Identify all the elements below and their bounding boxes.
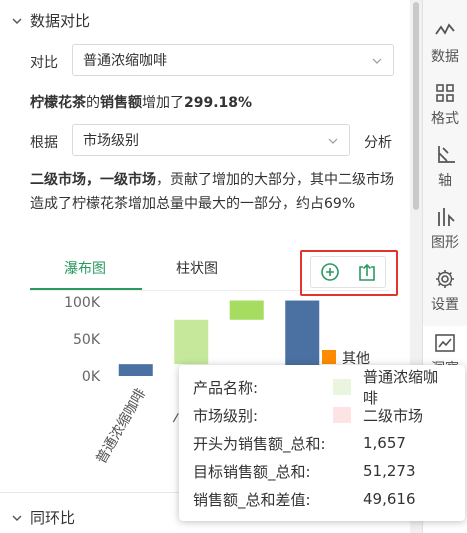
tooltip-row: 产品名称: 普通浓缩咖啡: [193, 368, 451, 407]
insight-text: 二级市场，一级市场，贡献了增加的大部分，其中二级市场造成了柠檬花茶增加总量中最大…: [30, 168, 400, 216]
scrollbar-thumb[interactable]: [413, 2, 419, 210]
y-tick-label: 0K: [82, 369, 101, 385]
chevron-down-icon: [328, 138, 338, 144]
tooltip-row: 目标销售额_总和: 51,273: [193, 457, 451, 485]
tooltip-key: 销售额_总和差值:: [193, 490, 311, 509]
y-tick-label: 50K: [73, 332, 101, 348]
toolbar-highlight: [300, 250, 398, 296]
headline-de: 的: [86, 95, 100, 111]
tooltip-key: 目标销售额_总和:: [193, 462, 311, 481]
tooltip-value: 51,273: [363, 462, 416, 480]
headline-metric: 销售额: [100, 95, 142, 111]
sidebar-item-label: 数据: [431, 49, 459, 65]
chevron-down-icon: [12, 515, 22, 521]
insight-bold: 二级市场，一级市场: [30, 172, 156, 188]
add-icon[interactable]: [320, 262, 340, 282]
bar-graph-icon: [438, 208, 455, 226]
tooltip-key: 市场级别:: [193, 406, 259, 425]
tooltip-row: 市场级别: 二级市场: [193, 401, 451, 429]
sidebar-item-label: 设置: [431, 297, 459, 313]
compare-section-header[interactable]: 数据对比: [10, 10, 90, 31]
sidebar-item-graph[interactable]: 图形: [423, 206, 467, 252]
tooltip-value: 49,616: [363, 490, 416, 508]
insight-icon: [435, 334, 455, 352]
sidebar-item-label: 格式: [431, 111, 459, 127]
tooltip-swatch: [333, 379, 351, 395]
chevron-down-icon: [12, 18, 22, 24]
headline-percent: 299.18%: [184, 95, 253, 111]
compare-select[interactable]: 普通浓缩咖啡: [72, 44, 394, 76]
chart-toolbar: [310, 256, 386, 288]
basis-select[interactable]: 市场级别: [72, 124, 350, 156]
analyze-button[interactable]: 分析: [364, 132, 392, 152]
tooltip-key: 产品名称:: [193, 378, 259, 397]
export-icon[interactable]: [357, 262, 377, 282]
tooltip-row: 销售额_总和差值: 49,616: [193, 485, 451, 513]
yoy-section-header[interactable]: 同环比: [10, 507, 75, 528]
tab-bar[interactable]: 柱状图: [176, 258, 218, 278]
section-title: 同环比: [30, 509, 76, 527]
gear-icon: [436, 270, 454, 288]
waterfall-bar: [174, 319, 209, 365]
axis-icon: [438, 146, 455, 163]
compare-select-value: 普通浓缩咖啡: [83, 53, 167, 69]
tooltip-key: 开头为销售额_总和:: [193, 434, 326, 453]
section-title: 数据对比: [30, 12, 91, 30]
tooltip-value: 1,657: [363, 434, 406, 452]
headline-product: 柠檬花茶: [30, 95, 86, 111]
tooltip-swatch: [333, 407, 351, 423]
sidebar-item-label: 轴: [438, 173, 452, 189]
x-tick-label: 普通浓缩咖啡: [93, 386, 149, 467]
compare-label: 对比: [30, 55, 58, 71]
sidebar-item-axis[interactable]: 轴: [423, 144, 467, 190]
waterfall-bar: [118, 364, 153, 376]
chevron-down-icon: [372, 58, 382, 64]
legend-swatch: [322, 350, 336, 364]
waterfall-bar: [229, 300, 264, 320]
tab-waterfall[interactable]: 瀑布图: [64, 258, 106, 278]
tooltip-value: 二级市场: [363, 406, 424, 425]
headline-verb: 增加了: [142, 95, 184, 111]
sidebar-item-data[interactable]: 数据: [423, 20, 467, 66]
tab-active-underline: [30, 288, 142, 290]
tooltip-row: 开头为销售额_总和: 1,657: [193, 429, 451, 457]
y-tick-label: 100K: [64, 295, 101, 311]
basis-row: 根据: [30, 132, 58, 152]
basis-select-value: 市场级别: [83, 133, 139, 149]
sidebar-item-format[interactable]: 格式: [423, 82, 467, 128]
line-chart-icon: [435, 23, 455, 35]
headline: 柠檬花茶的销售额增加了299.18%: [30, 92, 252, 112]
sidebar-item-settings[interactable]: 设置: [423, 268, 467, 314]
chart-tooltip: 产品名称: 普通浓缩咖啡 市场级别: 二级市场 开头为销售额_总和: 1,657…: [179, 365, 465, 521]
basis-label: 根据: [30, 135, 58, 151]
compare-row: 对比: [30, 52, 58, 72]
sidebar-item-label: 图形: [431, 235, 459, 251]
grid-icon: [436, 84, 454, 102]
